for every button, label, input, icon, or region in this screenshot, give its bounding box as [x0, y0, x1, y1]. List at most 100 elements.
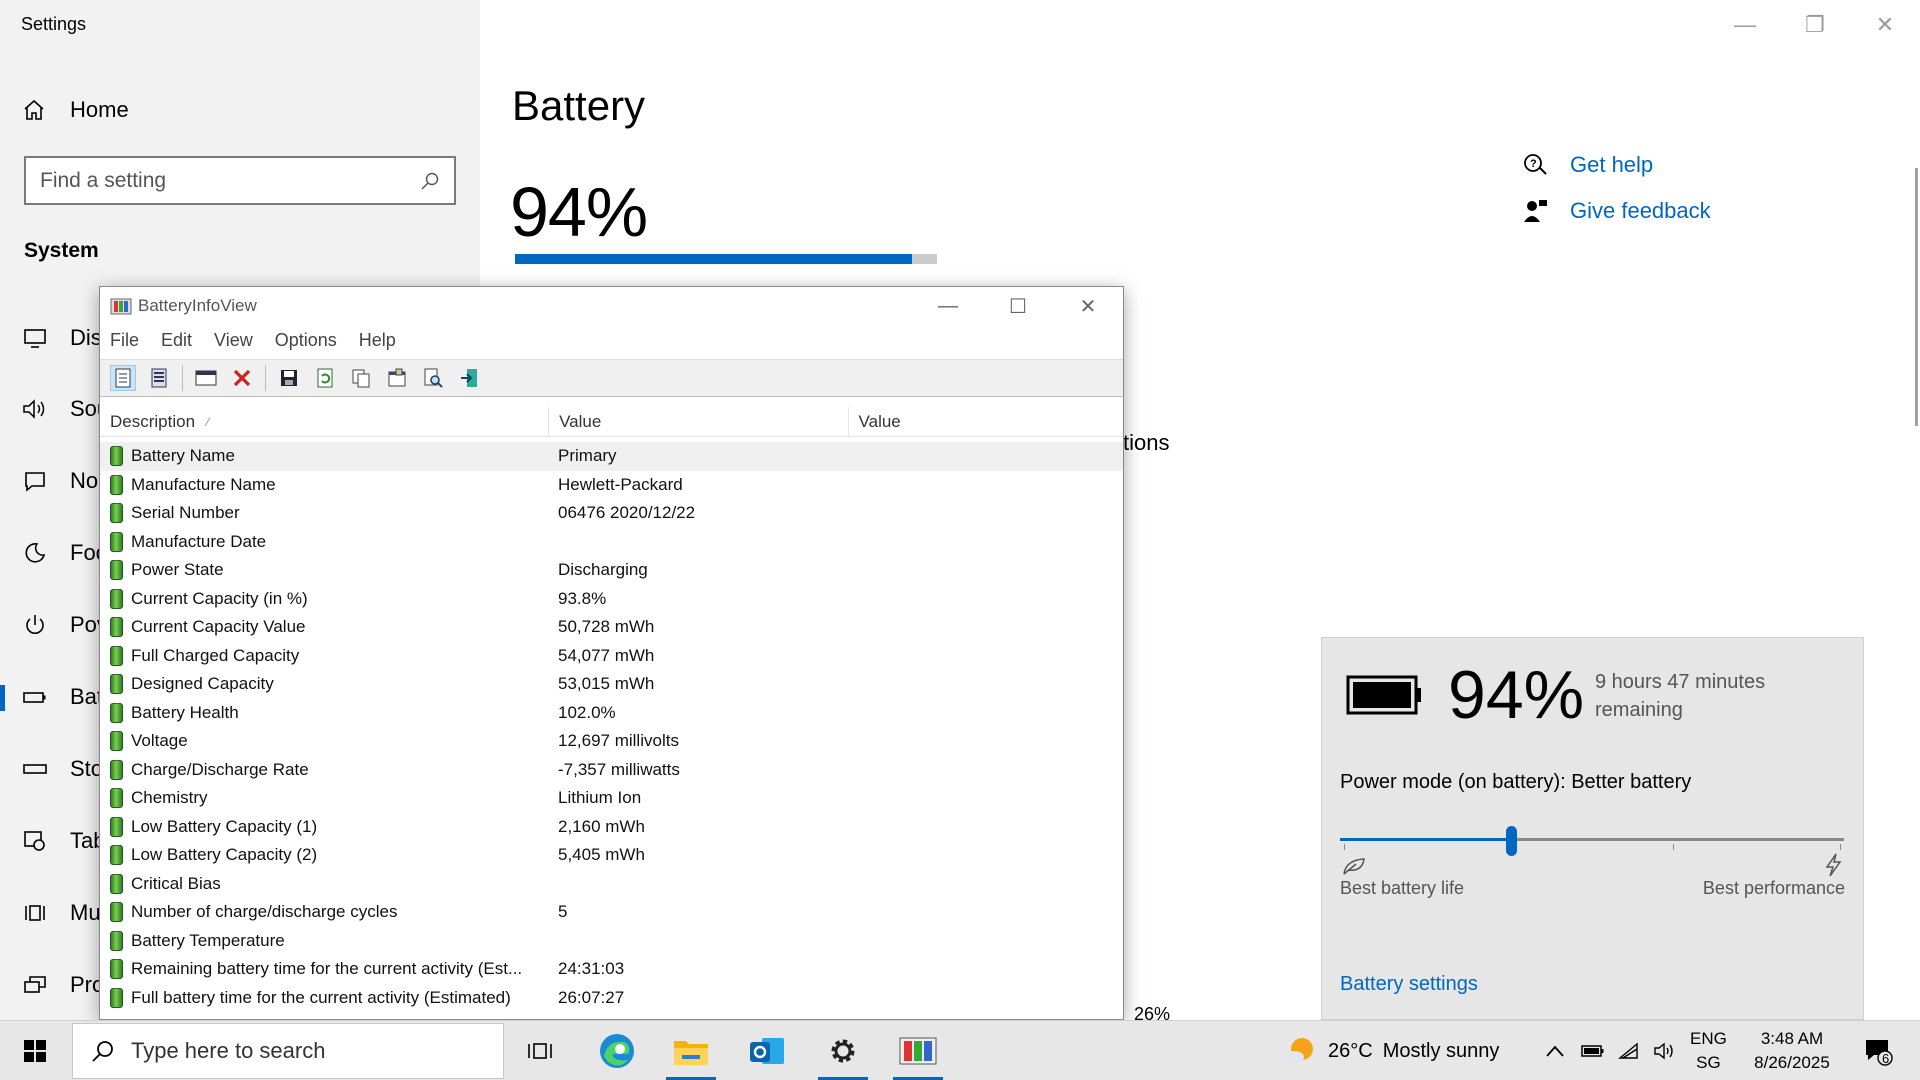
column-header-description[interactable]: Description ⁄: [100, 407, 550, 437]
find-button[interactable]: [420, 365, 446, 391]
slider-thumb[interactable]: [1506, 826, 1518, 856]
nav-item-label: Dis: [70, 325, 102, 350]
minimize-button[interactable]: —: [913, 287, 983, 325]
battery-info-mode-button[interactable]: [110, 365, 136, 391]
description-cell: Designed Capacity: [100, 674, 550, 695]
table-row[interactable]: Current Capacity (in %) 93.8%: [100, 585, 1123, 614]
show-hidden-icons-button[interactable]: [1540, 1021, 1570, 1080]
battery-settings-link[interactable]: Battery settings: [1340, 973, 1478, 996]
table-row[interactable]: Designed Capacity 53,015 mWh: [100, 670, 1123, 699]
table-row[interactable]: Voltage 12,697 millivolts: [100, 727, 1123, 756]
battery-info-table: Battery Name Primary Manufacture Name Hewle…: [100, 442, 1123, 1012]
table-row[interactable]: Number of charge/discharge cycles 5: [100, 898, 1123, 927]
volume-tray-button[interactable]: [1648, 1021, 1682, 1080]
start-button[interactable]: [0, 1021, 70, 1080]
batteryinfoview-app-icon: [899, 1037, 937, 1065]
save-button[interactable]: [276, 365, 302, 391]
nav-item-label: No: [70, 468, 99, 493]
table-row[interactable]: Current Capacity Value 50,728 mWh: [100, 613, 1123, 642]
description-text: Remaining battery time for the current a…: [131, 959, 523, 979]
system-clock[interactable]: 3:48 AM 8/26/2025: [1742, 1027, 1842, 1075]
taskbar-app-file-explorer[interactable]: [656, 1021, 726, 1080]
menu-options[interactable]: Options: [275, 330, 337, 351]
table-row[interactable]: Battery Name Primary: [100, 442, 1123, 471]
table-row[interactable]: Low Battery Capacity (2) 5,405 mWh: [100, 841, 1123, 870]
nav-home[interactable]: Home: [22, 92, 452, 128]
clock-time: 3:48 AM: [1760, 1029, 1824, 1048]
maximize-button[interactable]: ☐: [983, 287, 1053, 325]
description-cell: Charge/Discharge Rate: [100, 759, 550, 780]
green-battery-icon: [110, 702, 123, 723]
action-center-button[interactable]: 6: [1852, 1021, 1904, 1080]
description-cell: Manufacture Name: [100, 474, 550, 495]
properties-button[interactable]: [384, 365, 410, 391]
menu-view[interactable]: View: [214, 330, 253, 351]
taskbar-app-outlook[interactable]: [732, 1021, 802, 1080]
table-row[interactable]: Low Battery Capacity (1) 2,160 mWh: [100, 813, 1123, 842]
select-columns-button[interactable]: [193, 365, 219, 391]
value-cell: 54,077 mWh: [558, 645, 655, 665]
task-view-button[interactable]: [505, 1021, 575, 1080]
chevron-up-icon: [1546, 1045, 1564, 1057]
green-battery-icon: [110, 930, 123, 951]
column-header-value[interactable]: Value: [549, 407, 849, 437]
give-feedback-link[interactable]: Give feedback: [1522, 198, 1711, 224]
power-icon: [0, 613, 70, 637]
get-help-link[interactable]: ? Get help: [1522, 152, 1653, 178]
close-button[interactable]: ✕: [1850, 0, 1920, 50]
description-text: Manufacture Name: [131, 474, 276, 494]
projecting-icon: [0, 974, 70, 996]
taskbar-app-edge[interactable]: [582, 1021, 652, 1080]
battery-log-mode-button[interactable]: [146, 365, 172, 391]
taskbar-search-box[interactable]: Type here to search: [72, 1023, 504, 1079]
table-row[interactable]: Charge/Discharge Rate -7,357 milliwatts: [100, 756, 1123, 785]
description-text: Critical Bias: [131, 873, 221, 893]
close-button[interactable]: ✕: [1053, 287, 1123, 325]
save-icon: [281, 370, 297, 386]
battery-tray-button[interactable]: [1576, 1021, 1610, 1080]
table-row[interactable]: Power State Discharging: [100, 556, 1123, 585]
storage-icon: [0, 762, 70, 776]
restore-button[interactable]: ❐: [1780, 0, 1850, 50]
taskbar-app-batteryinfoview[interactable]: [883, 1021, 953, 1080]
value-cell: 12,697 millivolts: [558, 731, 679, 751]
table-row[interactable]: Battery Health 102.0%: [100, 699, 1123, 728]
exit-button[interactable]: [456, 365, 482, 391]
table-row[interactable]: Full Charged Capacity 54,077 mWh: [100, 642, 1123, 671]
column-header-value-2[interactable]: Value: [849, 407, 1123, 437]
input-language-indicator[interactable]: ENG SG: [1690, 1027, 1727, 1075]
network-tray-button[interactable]: [1612, 1021, 1646, 1080]
clear-log-button[interactable]: [229, 365, 255, 391]
refresh-button[interactable]: [312, 365, 338, 391]
table-row[interactable]: Remaining battery time for the current a…: [100, 955, 1123, 984]
menu-edit[interactable]: Edit: [161, 330, 192, 351]
power-mode-slider[interactable]: [1340, 826, 1844, 856]
settings-search-input[interactable]: Find a setting: [24, 156, 456, 205]
table-row[interactable]: Chemistry Lithium Ion: [100, 784, 1123, 813]
description-cell: Serial Number: [100, 503, 550, 524]
description-cell: Voltage: [100, 731, 550, 752]
table-row[interactable]: Serial Number 06476 2020/12/22: [100, 499, 1123, 528]
taskbar-app-settings[interactable]: [808, 1021, 878, 1080]
green-battery-icon: [110, 845, 123, 866]
value-cell: 102.0%: [558, 702, 616, 722]
menu-file[interactable]: File: [110, 330, 139, 351]
description-text: Current Capacity (in %): [131, 588, 308, 608]
minimize-button[interactable]: —: [1710, 0, 1780, 50]
menu-help[interactable]: Help: [359, 330, 396, 351]
give-feedback-label: Give feedback: [1570, 198, 1711, 223]
weather-temperature: 26°C: [1328, 1039, 1373, 1062]
scrollbar-thumb[interactable]: [1915, 168, 1918, 426]
weather-widget[interactable]: 26°C Mostly sunny: [1282, 1021, 1499, 1080]
table-row[interactable]: Full battery time for the current activi…: [100, 984, 1123, 1013]
table-row[interactable]: Manufacture Date: [100, 528, 1123, 557]
obscured-text: tions: [1123, 430, 1170, 455]
task-view-icon: [528, 1043, 552, 1059]
description-cell: Chemistry: [100, 788, 550, 809]
green-battery-icon: [110, 560, 123, 581]
table-row[interactable]: Manufacture Name Hewlett-Packard: [100, 471, 1123, 500]
search-icon: [92, 1041, 113, 1062]
table-row[interactable]: Battery Temperature: [100, 927, 1123, 956]
copy-button[interactable]: [348, 365, 374, 391]
table-row[interactable]: Critical Bias: [100, 870, 1123, 899]
